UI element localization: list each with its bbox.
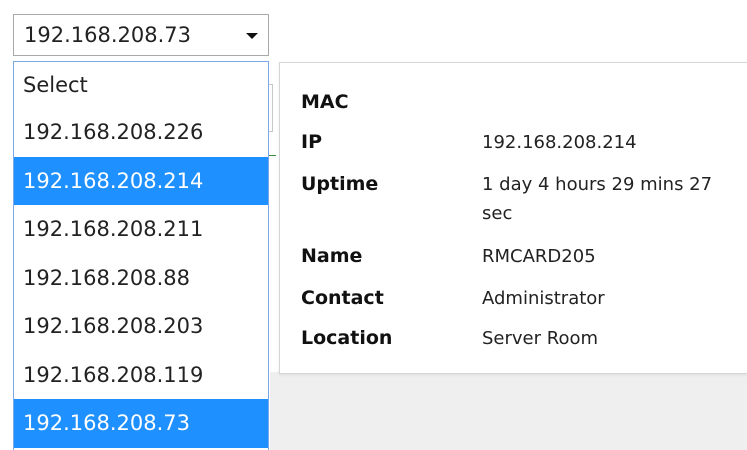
uptime-label: Uptime: [301, 173, 379, 195]
name-label: Name: [301, 245, 363, 267]
dropdown-option-selected[interactable]: 192.168.208.73: [14, 399, 268, 448]
device-select[interactable]: 192.168.208.73: [13, 14, 269, 56]
ip-value: 192.168.208.214: [482, 132, 637, 153]
device-info-card: MAC IP 192.168.208.214 Uptime 1 day 4 ho…: [279, 62, 747, 374]
device-select-value: 192.168.208.73: [24, 23, 191, 47]
contact-label: Contact: [301, 287, 384, 309]
dropdown-option[interactable]: 192.168.208.88: [14, 254, 268, 303]
dropdown-option-hovered[interactable]: 192.168.208.214: [14, 156, 268, 205]
dropdown-option[interactable]: 192.168.208.119: [14, 351, 268, 400]
caret-down-icon: [246, 33, 258, 39]
background-panel: [270, 372, 747, 450]
uptime-value: 1 day 4 hours 29 mins 27 sec: [482, 174, 713, 224]
dropdown-option-select[interactable]: Select: [14, 62, 268, 108]
device-select-dropdown[interactable]: Select 192.168.208.226 192.168.208.214 1…: [13, 61, 269, 450]
ip-label: IP: [301, 131, 322, 153]
location-label: Location: [301, 327, 393, 349]
dropdown-option[interactable]: 192.168.208.211: [14, 205, 268, 254]
dropdown-option[interactable]: 192.168.208.203: [14, 302, 268, 351]
contact-value: Administrator: [482, 288, 605, 309]
mac-label: MAC: [301, 91, 349, 113]
name-value: RMCARD205: [482, 246, 596, 267]
location-value: Server Room: [482, 328, 599, 349]
dropdown-option[interactable]: 192.168.208.226: [14, 108, 268, 157]
